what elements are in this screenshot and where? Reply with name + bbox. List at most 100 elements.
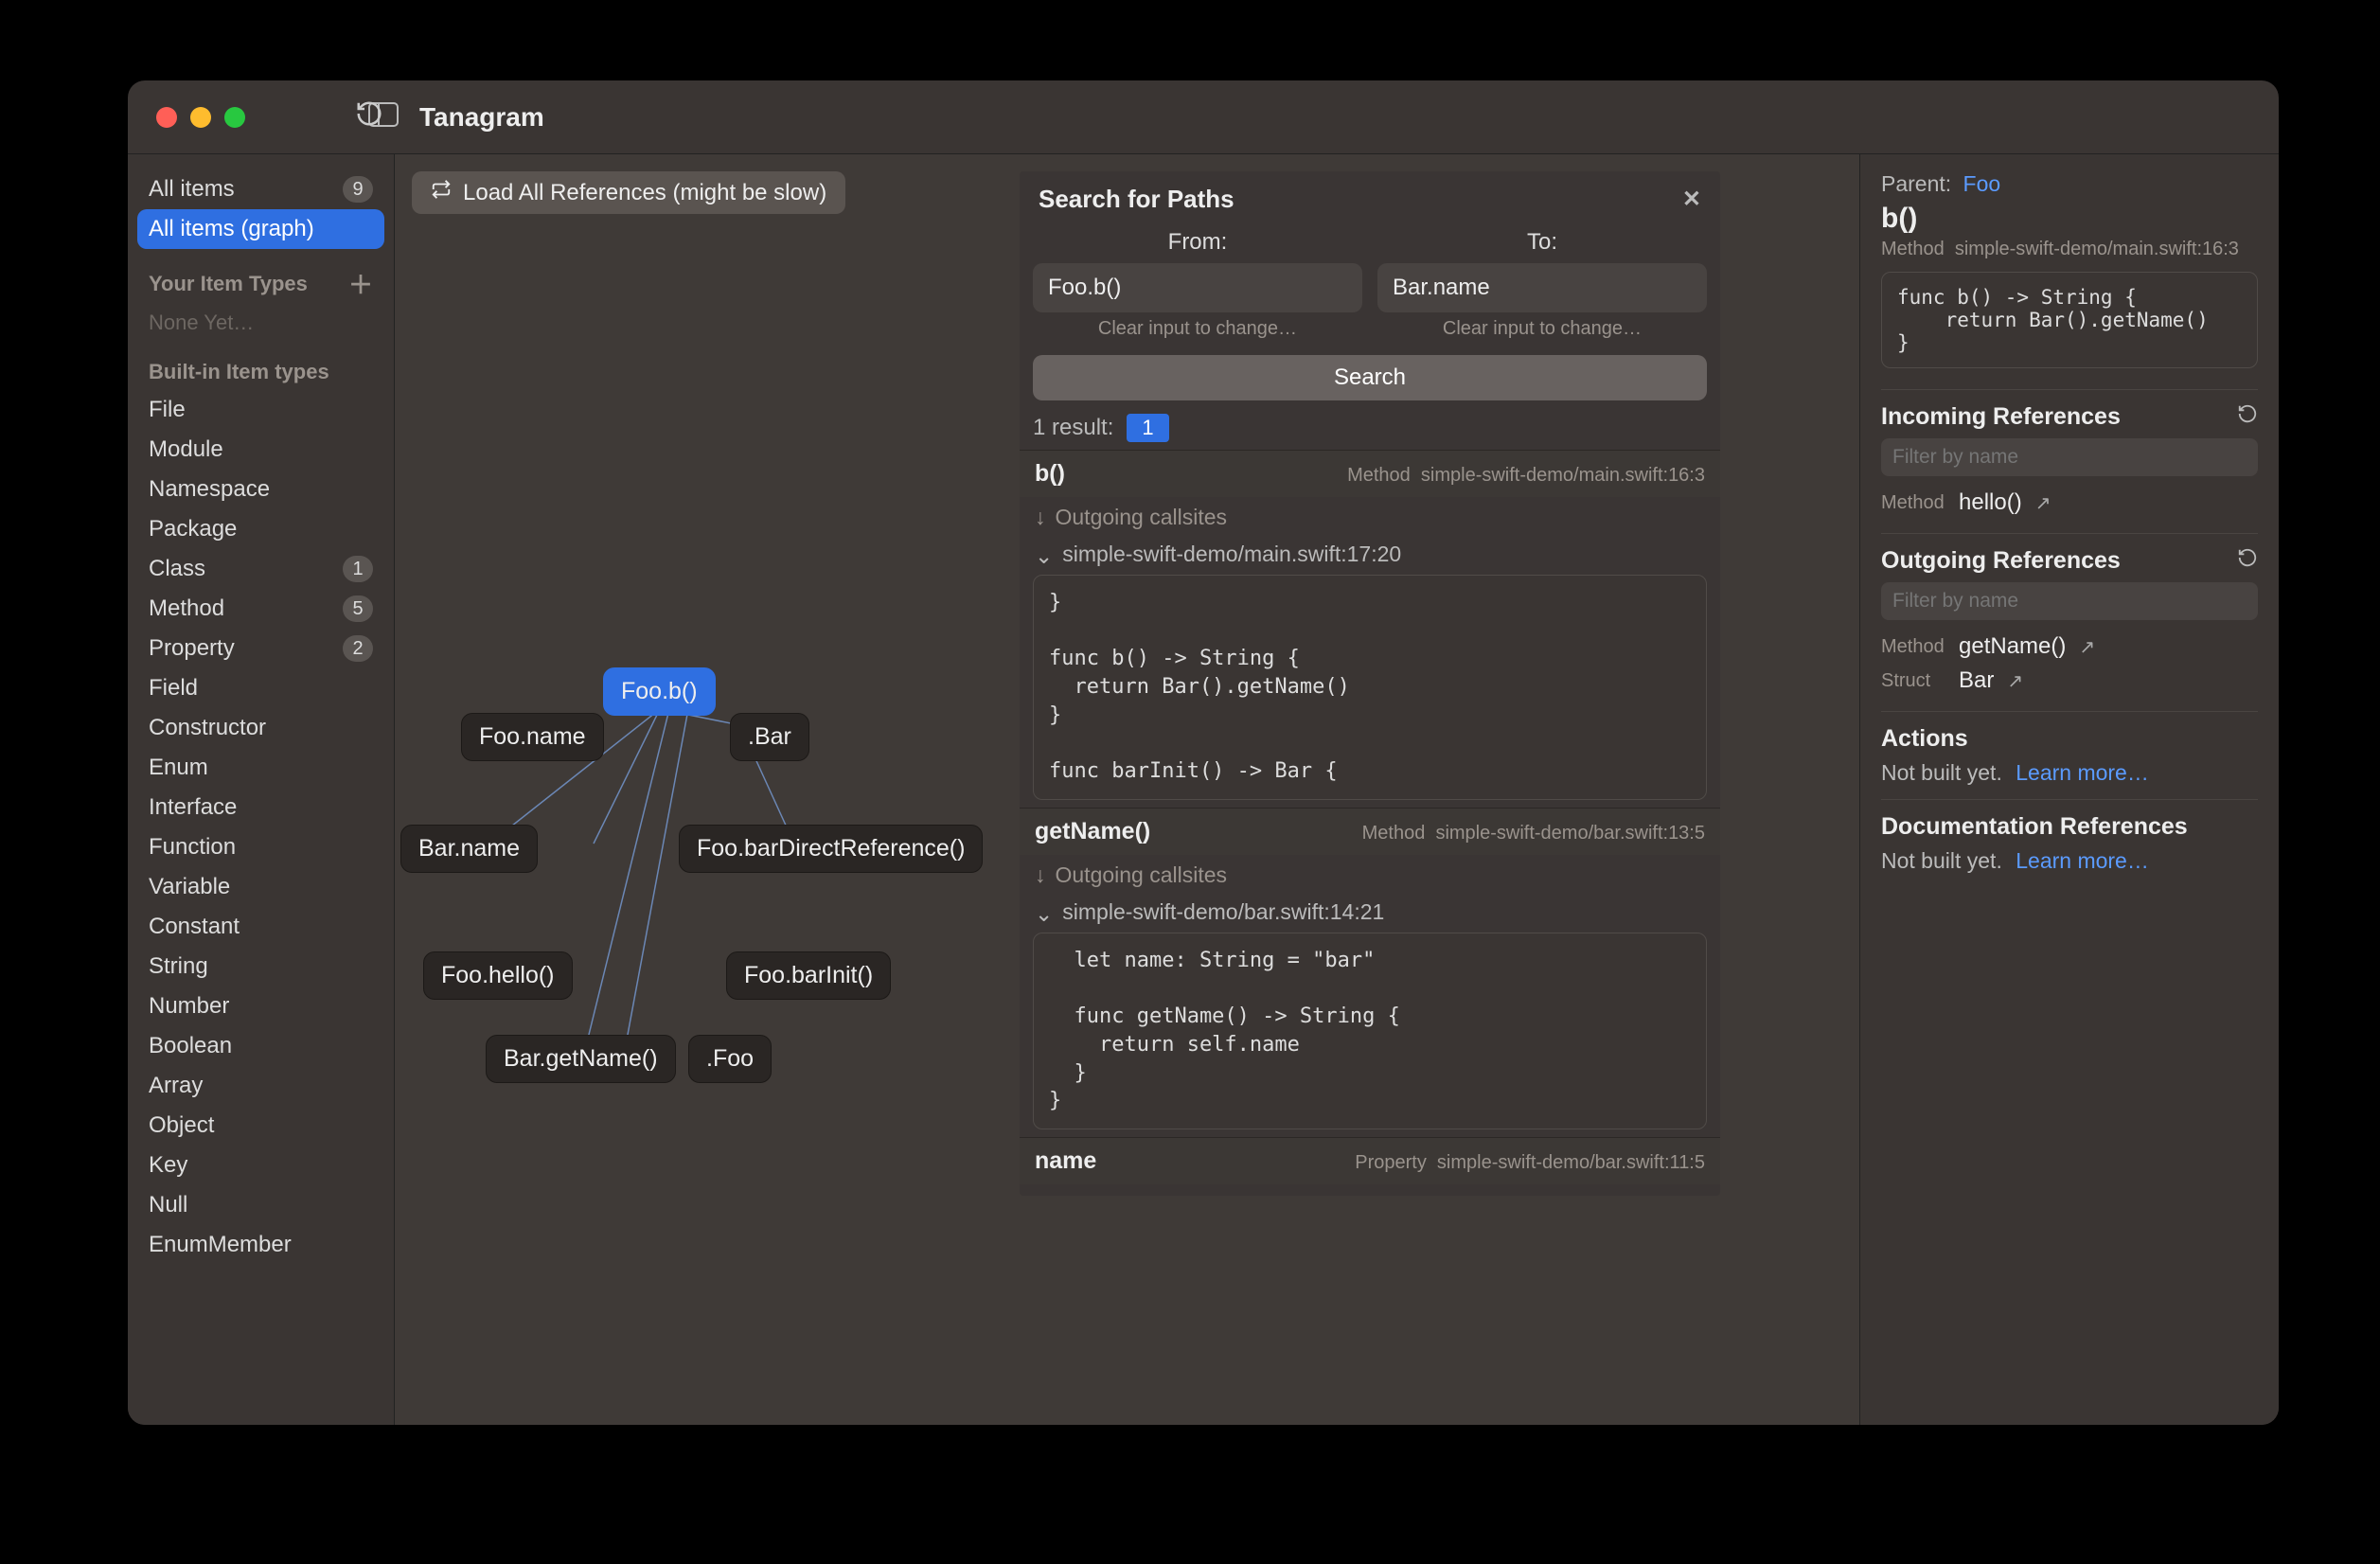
open-icon: ↗ [2007, 669, 2023, 693]
sidebar-item-interface[interactable]: Interface [137, 788, 384, 827]
sidebar-item-constant[interactable]: Constant [137, 907, 384, 947]
close-icon[interactable]: ✕ [1682, 186, 1701, 213]
outgoing-filter-input[interactable] [1881, 582, 2258, 620]
sidebar-item-key[interactable]: Key [137, 1146, 384, 1185]
count-badge: 5 [343, 595, 373, 622]
graph-node-dot-foo[interactable]: .Foo [688, 1035, 772, 1083]
cycle-icon [431, 179, 452, 206]
sidebar-item-array[interactable]: Array [137, 1066, 384, 1106]
inspector: Parent: Foo b() Method simple-swift-demo… [1860, 154, 2279, 1425]
arrow-down-icon: ↓ [1035, 862, 1046, 888]
sidebar-item-class[interactable]: Class1 [137, 549, 384, 589]
reload-icon[interactable] [355, 99, 383, 135]
docs-status: Not built yet. [1881, 848, 2002, 873]
sidebar-item-file[interactable]: File [137, 390, 384, 430]
window-controls [156, 107, 245, 128]
graph-node-foo-binit[interactable]: Foo.barInit() [726, 951, 891, 1000]
arrow-down-icon: ↓ [1035, 505, 1046, 530]
sidebar-item-all-items[interactable]: All items9 [137, 169, 384, 209]
parent-row: Parent: Foo [1881, 171, 2258, 197]
search-button[interactable]: Search [1033, 355, 1707, 400]
sidebar-item-module[interactable]: Module [137, 430, 384, 470]
sidebar-item-object[interactable]: Object [137, 1106, 384, 1146]
maximize-icon[interactable] [224, 107, 245, 128]
file-location-row[interactable]: ⌄simple-swift-demo/main.swift:17:20 [1020, 538, 1720, 575]
search-panel: Search for Paths ✕ From: Clear input to … [1020, 171, 1720, 1196]
inspector-code: func b() -> String { return Bar().getNam… [1881, 272, 2258, 368]
inspector-title: b() [1881, 203, 2258, 235]
reload-icon[interactable] [2237, 547, 2258, 575]
docs-header: Documentation References [1881, 799, 2258, 841]
parent-link[interactable]: Foo [1963, 171, 2001, 196]
search-panel-title: Search for Paths [1039, 185, 1234, 214]
outgoing-callsites-label: ↓Outgoing callsites [1020, 855, 1720, 896]
graph-node-bar-gn[interactable]: Bar.getName() [486, 1035, 676, 1083]
from-input[interactable] [1033, 263, 1362, 312]
titlebar: Tanagram [128, 80, 2279, 154]
add-type-button[interactable]: ＋ [348, 266, 373, 301]
to-input[interactable] [1377, 263, 1707, 312]
inspector-meta: Method simple-swift-demo/main.swift:16:3 [1881, 239, 2258, 260]
sidebar-item-field[interactable]: Field [137, 668, 384, 708]
graph-node-dot-bar[interactable]: .Bar [730, 713, 809, 761]
open-icon: ↗ [2035, 491, 2051, 515]
app-title: Tanagram [419, 102, 544, 133]
chevron-down-icon: ⌄ [1035, 543, 1053, 569]
sidebar-item-number[interactable]: Number [137, 986, 384, 1026]
graph-node-foo-name[interactable]: Foo.name [461, 713, 604, 761]
graph-canvas[interactable]: Load All References (might be slow) Foo.… [395, 154, 1860, 1425]
sidebar-item-function[interactable]: Function [137, 827, 384, 867]
result-item-header[interactable]: b()Method simple-swift-demo/main.swift:1… [1020, 450, 1720, 497]
sidebar-item-variable[interactable]: Variable [137, 867, 384, 907]
graph-node-foo-hello[interactable]: Foo.hello() [423, 951, 573, 1000]
chevron-down-icon: ⌄ [1035, 901, 1053, 927]
sidebar-item-string[interactable]: String [137, 947, 384, 986]
sidebar-item-method[interactable]: Method5 [137, 589, 384, 629]
sidebar-item-constructor[interactable]: Constructor [137, 708, 384, 748]
open-icon: ↗ [2079, 635, 2095, 659]
from-label: From: [1033, 222, 1362, 263]
count-badge: 9 [343, 176, 373, 203]
sidebar-item-enum[interactable]: Enum [137, 748, 384, 788]
docs-learn-more-link[interactable]: Learn more… [2016, 848, 2149, 873]
your-types-empty: None Yet… [137, 307, 384, 343]
sidebar-item-null[interactable]: Null [137, 1185, 384, 1225]
code-snippet: let name: String = "bar" func getName() … [1033, 933, 1707, 1129]
result-item-header[interactable]: nameProperty simple-swift-demo/bar.swift… [1020, 1137, 1720, 1184]
result-count-badge: 1 [1127, 414, 1168, 442]
to-label: To: [1377, 222, 1707, 263]
incoming-filter-input[interactable] [1881, 438, 2258, 476]
sidebar-item-package[interactable]: Package [137, 509, 384, 549]
load-references-button[interactable]: Load All References (might be slow) [412, 171, 845, 214]
file-location-row[interactable]: ⌄simple-swift-demo/bar.swift:14:21 [1020, 896, 1720, 933]
reload-icon[interactable] [2237, 403, 2258, 431]
count-badge: 2 [343, 635, 373, 662]
outgoing-header: Outgoing References [1881, 533, 2258, 575]
incoming-header: Incoming References [1881, 389, 2258, 431]
actions-header: Actions [1881, 711, 2258, 753]
reference-row[interactable]: StructBar↗ [1881, 664, 2258, 698]
sidebar-item-boolean[interactable]: Boolean [137, 1026, 384, 1066]
outgoing-callsites-label: ↓Outgoing callsites [1020, 497, 1720, 538]
code-snippet: } func b() -> String { return Bar().getN… [1033, 575, 1707, 800]
reference-row[interactable]: Methodhello()↗ [1881, 486, 2258, 520]
reference-row[interactable]: MethodgetName()↗ [1881, 630, 2258, 664]
from-hint: Clear input to change… [1033, 312, 1362, 346]
result-count-label: 1 result: [1033, 415, 1113, 441]
graph-node-foo-b[interactable]: Foo.b() [603, 667, 716, 716]
sidebar-item-namespace[interactable]: Namespace [137, 470, 384, 509]
graph-node-bar-name[interactable]: Bar.name [400, 825, 538, 873]
to-hint: Clear input to change… [1377, 312, 1707, 346]
app-window: Tanagram All items9All items (graph)Your… [128, 80, 2279, 1425]
sidebar-item-enummember[interactable]: EnumMember [137, 1225, 384, 1265]
actions-learn-more-link[interactable]: Learn more… [2016, 760, 2149, 785]
result-item-header[interactable]: getName()Method simple-swift-demo/bar.sw… [1020, 808, 1720, 855]
graph-node-foo-bdr[interactable]: Foo.barDirectReference() [679, 825, 983, 873]
actions-status: Not built yet. [1881, 760, 2002, 785]
sidebar: All items9All items (graph)Your Item Typ… [128, 154, 395, 1425]
close-icon[interactable] [156, 107, 177, 128]
sidebar-item-all-items-graph-[interactable]: All items (graph) [137, 209, 384, 249]
minimize-icon[interactable] [190, 107, 211, 128]
load-references-label: Load All References (might be slow) [463, 180, 826, 206]
sidebar-item-property[interactable]: Property2 [137, 629, 384, 668]
